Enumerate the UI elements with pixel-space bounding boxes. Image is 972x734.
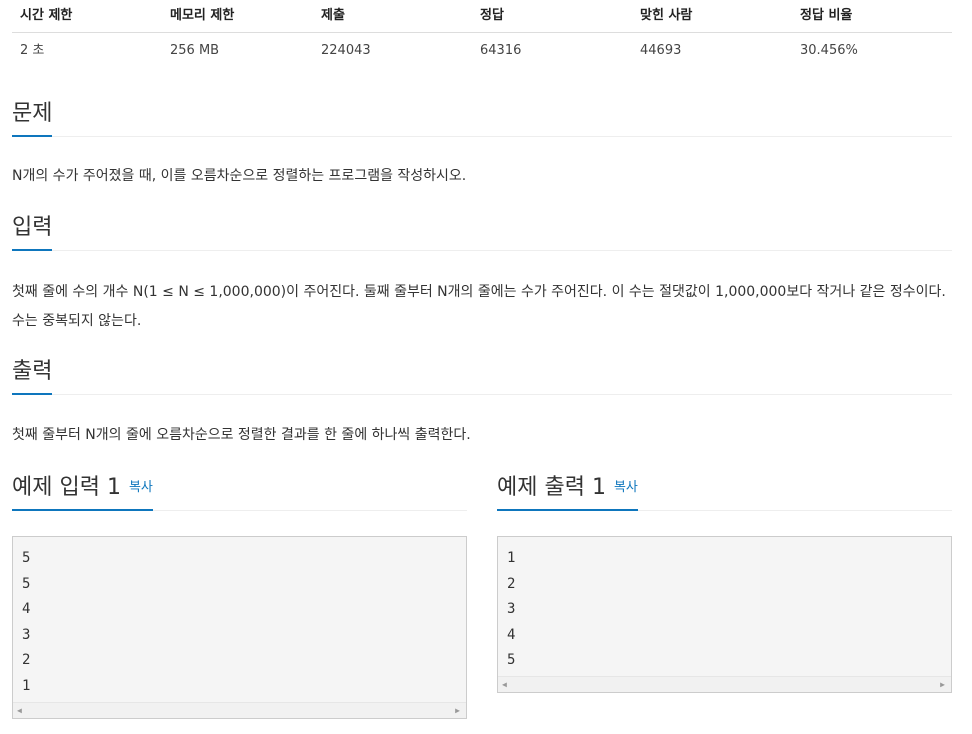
stats-value-row: 2 초 256 MB 224043 64316 44693 30.456% — [12, 33, 952, 69]
sample-input-line: 5 — [22, 575, 31, 592]
sample-input-line: 1 — [22, 677, 31, 694]
sample-output-line: 5 — [507, 652, 516, 669]
stats-value-solvers[interactable]: 44693 — [640, 33, 681, 69]
sample-input-line: 3 — [22, 626, 31, 643]
output-header: 출력 — [12, 354, 952, 395]
problem-page: 시간 제한 메모리 제한 제출 정답 맞힌 사람 정답 비율 2 초 256 M… — [0, 0, 972, 734]
input-title: 입력 — [12, 214, 53, 251]
problem-description: N개의 수가 주어졌을 때, 이를 오름차순으로 정렬하는 프로그램을 작성하시… — [12, 168, 467, 184]
sample-output-line: 4 — [507, 626, 516, 643]
problem-title: 문제 — [12, 100, 53, 137]
sample-output-box[interactable]: 1 2 3 4 5 ◀ ▶ — [497, 536, 952, 693]
stats-value-ratio: 30.456% — [800, 43, 858, 58]
sample-input-line: 4 — [22, 601, 31, 618]
sample-input-box[interactable]: 5 5 4 3 2 1 ◀ ▶ — [12, 536, 467, 719]
stats-header-accepted: 정답 — [480, 8, 504, 23]
sample-output-copy-button[interactable]: 복사 — [614, 480, 638, 495]
sample-output-line: 1 — [507, 550, 516, 566]
stats-header-row: 시간 제한 메모리 제한 제출 정답 맞힌 사람 정답 비율 — [12, 0, 952, 33]
scroll-right-arrow-icon[interactable]: ▶ — [940, 677, 945, 692]
sample-input-copy-button[interactable]: 복사 — [129, 480, 153, 495]
sample-output-title-text: 예제 출력 1 — [497, 475, 606, 500]
output-title: 출력 — [12, 358, 53, 395]
sample-input-title: 예제 입력 1 복사 — [12, 474, 153, 511]
stats-value-submissions[interactable]: 224043 — [321, 33, 371, 69]
stats-table: 시간 제한 메모리 제한 제출 정답 맞힌 사람 정답 비율 2 초 256 M… — [12, 0, 952, 69]
sample-input-header: 예제 입력 1 복사 — [12, 470, 467, 511]
stats-value-memory-limit: 256 MB — [170, 43, 220, 58]
input-section: 입력 첫째 줄에 수의 개수 N(1 ≤ N ≤ 1,000,000)이 주어진… — [12, 210, 952, 336]
sample-output-section: 예제 출력 1 복사 1 2 3 4 5 ◀ ▶ — [497, 470, 952, 693]
sample-input-line: 2 — [22, 652, 31, 669]
stats-header-solvers: 맞힌 사람 — [640, 8, 693, 23]
stats-header-ratio: 정답 비율 — [800, 8, 853, 23]
stats-value-time-limit: 2 초 — [20, 43, 45, 58]
sample-output-scrollbar[interactable]: ◀ ▶ — [498, 675, 951, 692]
sample-output-line: 2 — [507, 575, 516, 592]
output-section: 출력 첫째 줄부터 N개의 줄에 오름차순으로 정렬한 결과를 한 줄에 하나씩… — [12, 354, 952, 450]
sample-input-scrollbar[interactable]: ◀ ▶ — [13, 701, 466, 718]
sample-output-header: 예제 출력 1 복사 — [497, 470, 952, 511]
sample-input-title-text: 예제 입력 1 — [12, 475, 121, 500]
stats-header-memory-limit: 메모리 제한 — [170, 8, 235, 23]
scroll-right-arrow-icon[interactable]: ▶ — [455, 703, 460, 718]
sample-output-title: 예제 출력 1 복사 — [497, 474, 638, 511]
input-header: 입력 — [12, 210, 952, 251]
scroll-left-arrow-icon[interactable]: ◀ — [502, 677, 507, 692]
sample-input-section: 예제 입력 1 복사 5 5 4 3 2 1 ◀ ▶ — [12, 470, 467, 719]
stats-header-submissions: 제출 — [321, 8, 345, 23]
sample-output-line: 3 — [507, 601, 516, 618]
problem-header: 문제 — [12, 96, 952, 137]
stats-header-time-limit: 시간 제한 — [20, 8, 73, 23]
output-description: 첫째 줄부터 N개의 줄에 오름차순으로 정렬한 결과를 한 줄에 하나씩 출력… — [12, 427, 471, 443]
sample-input-line: 5 — [22, 550, 31, 566]
scroll-left-arrow-icon[interactable]: ◀ — [17, 703, 22, 718]
problem-section: 문제 N개의 수가 주어졌을 때, 이를 오름차순으로 정렬하는 프로그램을 작… — [12, 96, 952, 191]
input-description: 첫째 줄에 수의 개수 N(1 ≤ N ≤ 1,000,000)이 주어진다. … — [12, 284, 946, 329]
stats-value-accepted[interactable]: 64316 — [480, 33, 521, 69]
